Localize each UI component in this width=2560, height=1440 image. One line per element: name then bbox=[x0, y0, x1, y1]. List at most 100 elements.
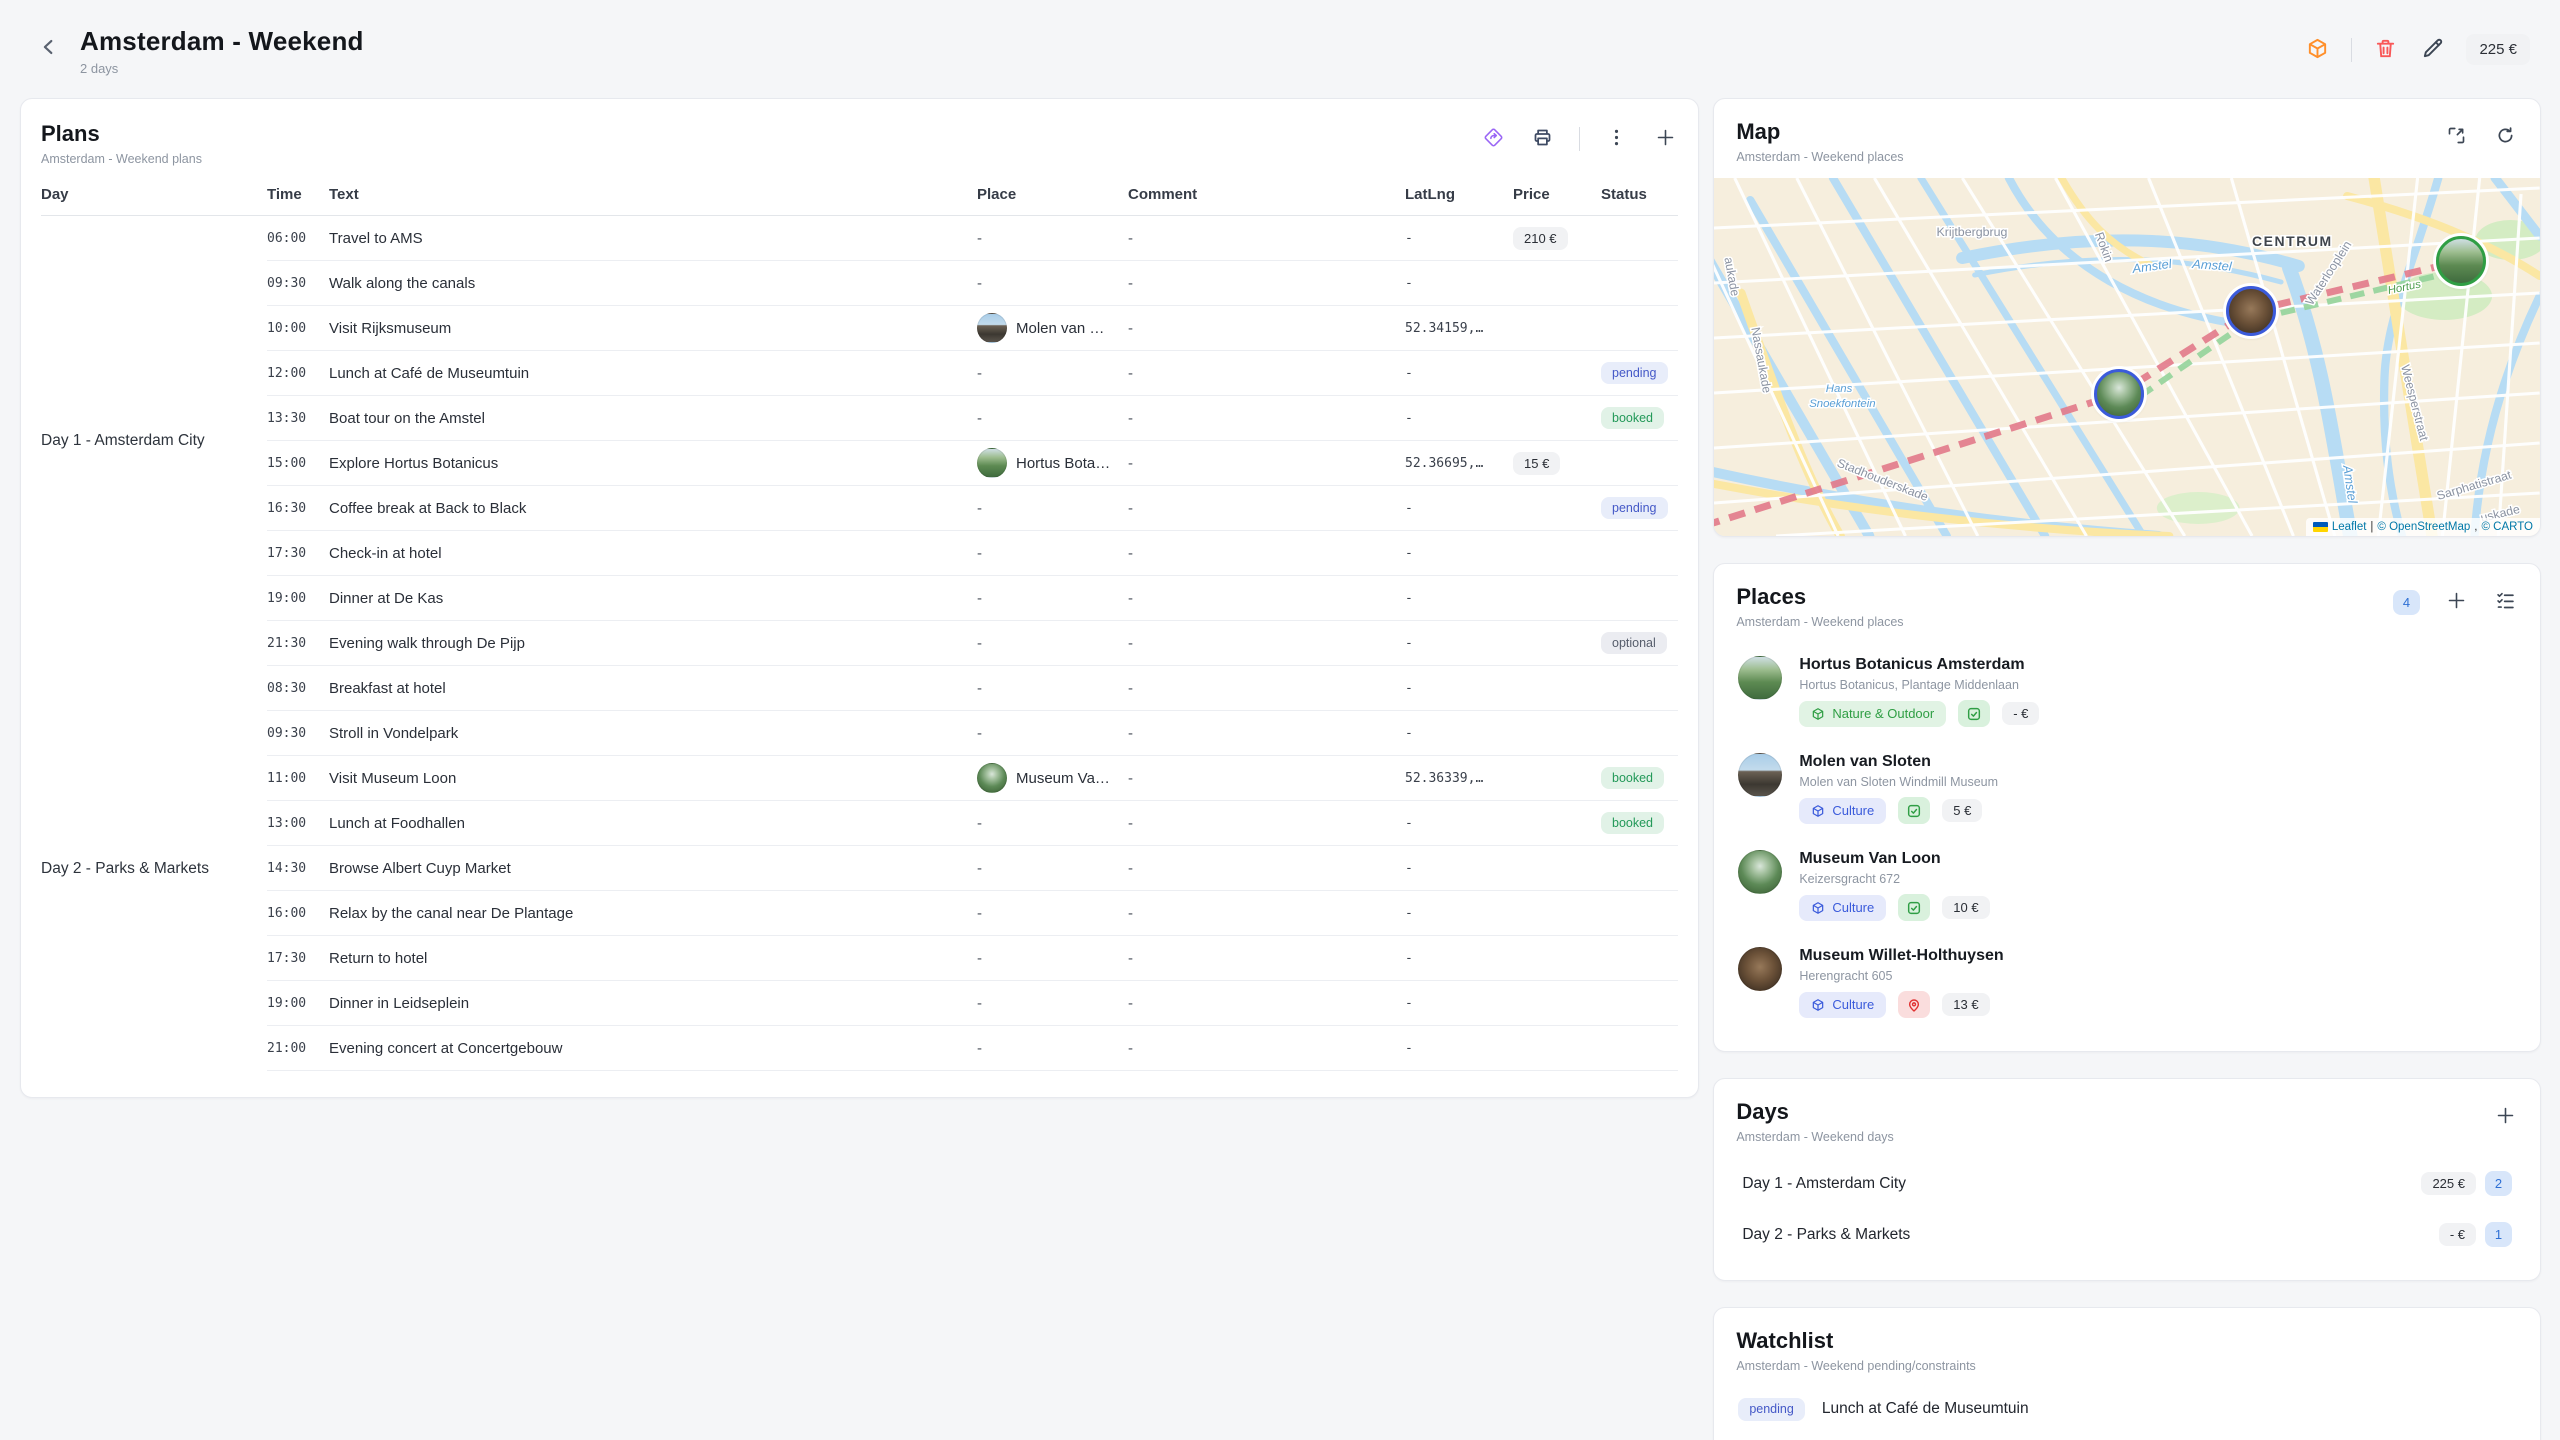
map-street-label: Amstel bbox=[2191, 256, 2234, 274]
add-plan-button[interactable] bbox=[1653, 125, 1678, 153]
day-count-badge: 1 bbox=[2485, 1222, 2512, 1247]
edit-trip-button[interactable] bbox=[2419, 35, 2446, 65]
plan-place: - bbox=[977, 905, 1128, 922]
plan-price: 15 € bbox=[1513, 452, 1601, 475]
plan-comment: - bbox=[1128, 725, 1405, 742]
plan-comment: - bbox=[1128, 500, 1405, 517]
places-panel: Places Amsterdam - Weekend places 4 bbox=[1713, 563, 2541, 1052]
print-button[interactable] bbox=[1530, 125, 1555, 153]
plan-row[interactable]: 08:30Breakfast at hotel--- bbox=[267, 666, 1678, 711]
place-item[interactable]: Molen van SlotenMolen van Sloten Windmil… bbox=[1736, 740, 2518, 837]
column-header-day: Day bbox=[41, 186, 267, 203]
plan-place-empty: - bbox=[977, 230, 982, 247]
watchlist-row[interactable]: pendingCoffee break at Back to Black bbox=[1736, 1432, 2518, 1440]
plan-row[interactable]: 19:00Dinner at De Kas--- bbox=[267, 576, 1678, 621]
places-list-view-button[interactable] bbox=[2493, 588, 2518, 616]
delete-trip-button[interactable] bbox=[2372, 35, 2399, 65]
route-optimize-button[interactable] bbox=[1481, 125, 1506, 153]
day-label: Day 1 - Amsterdam City bbox=[1742, 1175, 1906, 1193]
watch-text: Lunch at Café de Museumtuin bbox=[1822, 1400, 2029, 1418]
plan-row[interactable]: 09:30Stroll in Vondelpark--- bbox=[267, 711, 1678, 756]
price-badge: 15 € bbox=[1513, 452, 1560, 475]
plan-row[interactable]: 09:30Walk along the canals--- bbox=[267, 261, 1678, 306]
plan-row[interactable]: 21:30Evening walk through De Pijp---opti… bbox=[267, 621, 1678, 666]
plan-row[interactable]: 13:00Lunch at Foodhallen---booked bbox=[267, 801, 1678, 846]
place-item[interactable]: Museum Willet-HolthuysenHerengracht 605C… bbox=[1736, 934, 2518, 1031]
plan-row[interactable]: 16:00Relax by the canal near De Plantage… bbox=[267, 891, 1678, 936]
plan-row[interactable]: 13:30Boat tour on the Amstel---booked bbox=[267, 396, 1678, 441]
plans-menu-button[interactable] bbox=[1604, 125, 1629, 153]
plan-time: 11:00 bbox=[267, 771, 329, 786]
plan-place-empty: - bbox=[977, 365, 982, 382]
map-refresh-button[interactable] bbox=[2493, 123, 2518, 151]
leaflet-map[interactable]: KrijtbergbrugRokinAmstelAmstelCENTRUMWat… bbox=[1714, 178, 2540, 536]
plan-place-empty: - bbox=[977, 500, 982, 517]
plan-comment-value: - bbox=[1128, 455, 1133, 472]
status-badge: booked bbox=[1601, 407, 1664, 430]
plan-comment-value: - bbox=[1128, 950, 1133, 967]
plan-latlng: - bbox=[1405, 996, 1513, 1011]
plan-time: 13:00 bbox=[267, 816, 329, 831]
plan-row[interactable]: 10:00Visit RijksmuseumMolen van …-52.341… bbox=[267, 306, 1678, 351]
plan-row[interactable]: 21:00Evening concert at Concertgebouw--- bbox=[267, 1026, 1678, 1071]
plan-latlng: - bbox=[1405, 231, 1513, 246]
plan-row[interactable]: 17:30Return to hotel--- bbox=[267, 936, 1678, 981]
attrib-separator: | bbox=[2370, 521, 2373, 533]
plus-icon bbox=[2446, 590, 2467, 614]
chevron-left-icon bbox=[38, 46, 60, 61]
place-price-badge: - € bbox=[2002, 702, 2039, 725]
plan-latlng: - bbox=[1405, 366, 1513, 381]
plan-latlng: - bbox=[1405, 816, 1513, 831]
plan-place-empty: - bbox=[977, 275, 982, 292]
carto-link[interactable]: © CARTO bbox=[2481, 521, 2533, 533]
printer-icon bbox=[1532, 127, 1553, 151]
plan-place: - bbox=[977, 590, 1128, 607]
map-street-label: Krijtbergbrug bbox=[1937, 225, 2008, 239]
watchlist-row[interactable]: pendingLunch at Café de Museumtuin bbox=[1736, 1387, 2518, 1432]
plan-text: Relax by the canal near De Plantage bbox=[329, 905, 977, 922]
place-item[interactable]: Hortus Botanicus AmsterdamHortus Botanic… bbox=[1736, 643, 2518, 740]
plan-row[interactable]: 16:30Coffee break at Back to Black---pen… bbox=[267, 486, 1678, 531]
plan-status: optional bbox=[1601, 632, 1678, 655]
plan-time: 16:00 bbox=[267, 906, 329, 921]
osm-link[interactable]: © OpenStreetMap bbox=[2377, 521, 2470, 533]
status-badge: booked bbox=[1601, 767, 1664, 790]
column-header-price: Price bbox=[1513, 186, 1601, 203]
place-item[interactable]: Museum Van LoonKeizersgracht 672Culture1… bbox=[1736, 837, 2518, 934]
plan-place: - bbox=[977, 365, 1128, 382]
museum-willet-marker[interactable] bbox=[2226, 286, 2276, 336]
plan-latlng: - bbox=[1405, 276, 1513, 291]
place-name: Molen van Sloten bbox=[1799, 753, 1998, 771]
museum-van-loon-marker[interactable] bbox=[2094, 369, 2144, 419]
map-street-label: Hans bbox=[1826, 383, 1853, 395]
plans-panel: Plans Amsterdam - Weekend plans bbox=[20, 98, 1699, 1098]
leaflet-link[interactable]: Leaflet bbox=[2332, 521, 2367, 533]
plan-place-empty: - bbox=[977, 995, 982, 1012]
map-basemap: KrijtbergbrugRokinAmstelAmstelCENTRUMWat… bbox=[1714, 178, 2540, 536]
place-subtitle: Herengracht 605 bbox=[1799, 969, 2003, 983]
plan-row[interactable]: 19:00Dinner in Leidseplein--- bbox=[267, 981, 1678, 1026]
place-info: Museum Van LoonKeizersgracht 672Culture1… bbox=[1799, 850, 1989, 921]
add-place-button[interactable] bbox=[2444, 588, 2469, 616]
day-group-rows: 06:00Travel to AMS---210 €09:30Walk alon… bbox=[267, 216, 1678, 666]
plan-row[interactable]: 12:00Lunch at Café de Museumtuin---pendi… bbox=[267, 351, 1678, 396]
plan-text: Visit Rijksmuseum bbox=[329, 320, 977, 337]
hortus-botanicus-marker[interactable] bbox=[2436, 236, 2486, 286]
map-fullscreen-button[interactable] bbox=[2444, 123, 2469, 151]
days-subtitle: Amsterdam - Weekend days bbox=[1736, 1130, 1893, 1144]
export-button[interactable] bbox=[2304, 35, 2331, 65]
back-button[interactable] bbox=[30, 30, 68, 67]
plan-text: Dinner in Leidseplein bbox=[329, 995, 977, 1012]
plan-row[interactable]: 06:00Travel to AMS---210 € bbox=[267, 216, 1678, 261]
plan-row[interactable]: 17:30Check-in at hotel--- bbox=[267, 531, 1678, 576]
plan-comment: - bbox=[1128, 680, 1405, 697]
day-row[interactable]: Day 2 - Parks & Markets- €1 bbox=[1736, 1209, 2518, 1260]
add-day-button[interactable] bbox=[2493, 1103, 2518, 1131]
column-header-time: Time bbox=[267, 186, 329, 203]
plan-row[interactable]: 11:00Visit Museum LoonMuseum Va…-52.3633… bbox=[267, 756, 1678, 801]
day-row[interactable]: Day 1 - Amsterdam City225 €2 bbox=[1736, 1158, 2518, 1209]
plan-comment: - bbox=[1128, 950, 1405, 967]
plan-row[interactable]: 14:30Browse Albert Cuyp Market--- bbox=[267, 846, 1678, 891]
plan-text: Browse Albert Cuyp Market bbox=[329, 860, 977, 877]
plan-row[interactable]: 15:00Explore Hortus BotanicusHortus Bota… bbox=[267, 441, 1678, 486]
